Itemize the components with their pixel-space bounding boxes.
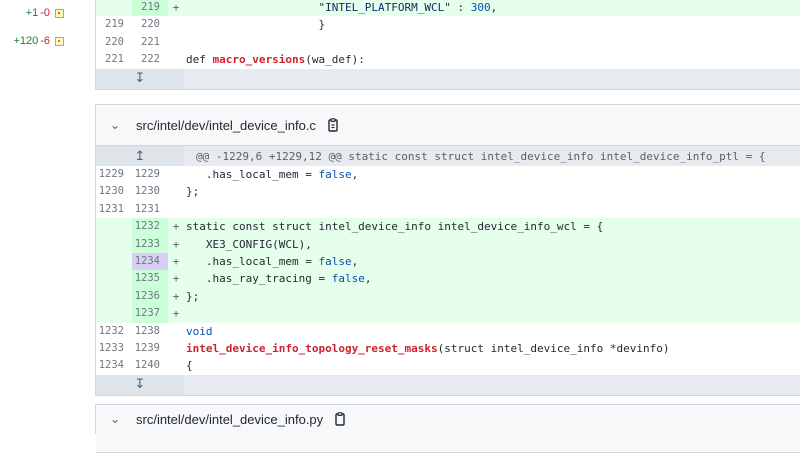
copy-icon[interactable] [333,412,347,426]
new-line-number[interactable]: 221 [132,34,168,51]
code-text: "INTEL_PLATFORM_WCL" : 300, [184,0,800,17]
code-text: .has_local_mem = false, [184,252,800,271]
file-modified-icon [55,36,64,46]
file-modified-icon [55,8,64,18]
diff-rows: 1229 1229 .has_local_mem = false, 1230 1230… [96,166,800,375]
new-line-number[interactable]: 1239 [132,340,168,357]
code-text: void [186,324,213,338]
chevron-down-icon[interactable]: ⌄ [110,412,124,426]
new-line-number[interactable]: 222 [132,51,168,68]
new-line-number[interactable]: 1233 [132,235,168,253]
diff-line-added: 1236 +}; [96,287,800,306]
diff-line-added: 1232 + static const struct intel_device_in… [96,218,800,236]
code-text: intel_device_info_topology_reset_masks(s… [186,341,670,355]
hunk-header: @@ -1229,6 +1229,12 @@ static const stru… [196,149,766,163]
diff-line-context: 1234 1240 { [96,357,800,374]
file-stat-row[interactable]: +120 -6 [0,33,64,49]
diff-line-context: 1229 1229 .has_local_mem = false, [96,166,800,183]
old-line-number[interactable]: 1233 [96,340,132,357]
diff-marker: + [168,252,184,271]
diff-line-added: 1237 + [96,305,800,323]
diff-file-panel-3: ⌄ src/intel/dev/intel_device_info.py [95,404,800,453]
new-line-number[interactable]: 1232 [132,218,168,236]
additions-count: +1 [25,7,39,19]
diff-line-context: 1233 1239 intel_device_info_topology_reset… [96,340,800,357]
new-line-number[interactable]: 1235 [132,270,168,288]
chevron-down-icon[interactable]: ⌄ [110,118,124,132]
hunk-expand-row: ↥ @@ -1229,6 +1229,12 @@ static const st… [96,146,800,166]
diff-line-context: 1230 1230}; [96,183,800,200]
code-text: static const struct intel_device_info in… [184,218,800,236]
diff-marker: + [168,218,184,236]
diff-marker: + [168,0,184,17]
deletions-count: -6 [40,35,50,47]
new-line-number[interactable]: 1240 [132,357,168,374]
file-header: ⌄ src/intel/dev/intel_device_info.c [96,105,800,146]
old-line-number[interactable]: 220 [96,34,132,51]
expand-row: ↧ [96,68,800,89]
copy-icon[interactable] [326,118,340,132]
deletions-count: -0 [40,7,50,19]
diff-line-context: 1231 1231 [96,201,800,218]
new-line-number[interactable]: 1236 [132,287,168,306]
expand-down-icon[interactable]: ↧ [96,374,184,395]
old-line-number[interactable]: 1229 [96,166,132,183]
file-path[interactable]: src/intel/dev/intel_device_info.c [136,118,316,133]
diff-line-added: 1234 + .has_local_mem = false, [96,252,800,271]
diff-file-panel-1: 219 + "INTEL_PLATFORM_WCL" : 300, 219 220 }… [95,0,800,90]
diff-marker: + [168,287,184,306]
new-line-number[interactable]: 220 [132,16,168,33]
file-header: ⌄ src/intel/dev/intel_device_info.py [96,405,800,453]
new-line-number[interactable]: 1237 [132,305,168,323]
file-stat-row[interactable]: +1 -0 [0,5,64,21]
old-line-number[interactable]: 1231 [96,201,132,218]
old-line-number[interactable]: 219 [96,16,132,33]
diff-marker: + [168,270,184,288]
new-line-number[interactable]: 1231 [132,201,168,218]
old-line-number[interactable]: 1232 [96,323,132,340]
diff-line-context: 1232 1238 void [96,323,800,340]
code-text: def macro_versions(wa_def): [186,53,365,67]
diff-line-added: 1235 + .has_ray_tracing = false, [96,270,800,288]
diff-file-panel-2: ⌄ src/intel/dev/intel_device_info.c ↥ @@… [95,104,800,396]
new-line-number[interactable]: 219 [132,0,168,17]
code-text: }; [186,185,200,199]
code-text: } [186,18,326,32]
diff-line-context: 221 222 def macro_versions(wa_def): [96,51,800,68]
code-text: XE3_CONFIG(WCL), [184,235,800,253]
code-text: .has_local_mem = false, [186,168,359,181]
old-line-number[interactable]: 1230 [96,183,132,200]
expand-row: ↧ [96,374,800,395]
expand-up-icon[interactable]: ↥ [96,146,184,166]
new-line-number[interactable]: 1230 [132,183,168,200]
old-line-number[interactable]: 221 [96,51,132,68]
new-line-number[interactable]: 1238 [132,323,168,340]
diff-line-added: 1233 + XE3_CONFIG(WCL), [96,235,800,253]
diff-marker: + [168,235,184,253]
diff-line-added: 219 + "INTEL_PLATFORM_WCL" : 300, [96,0,800,17]
additions-count: +120 [13,35,39,47]
code-text: .has_ray_tracing = false, [184,270,800,288]
new-line-number[interactable]: 1229 [132,166,168,183]
new-line-number[interactable]: 1234 [132,252,168,271]
expand-down-icon[interactable]: ↧ [96,68,184,89]
code-text: { [186,359,193,373]
code-text: }; [184,287,800,306]
diff-rows: 219 + "INTEL_PLATFORM_WCL" : 300, 219 220 }… [96,0,800,69]
file-path[interactable]: src/intel/dev/intel_device_info.py [136,412,323,427]
diff-marker: + [168,305,184,323]
diff-line-context: 220 221 [96,34,800,51]
old-line-number[interactable]: 1234 [96,357,132,374]
diff-line-context: 219 220 } [96,16,800,33]
